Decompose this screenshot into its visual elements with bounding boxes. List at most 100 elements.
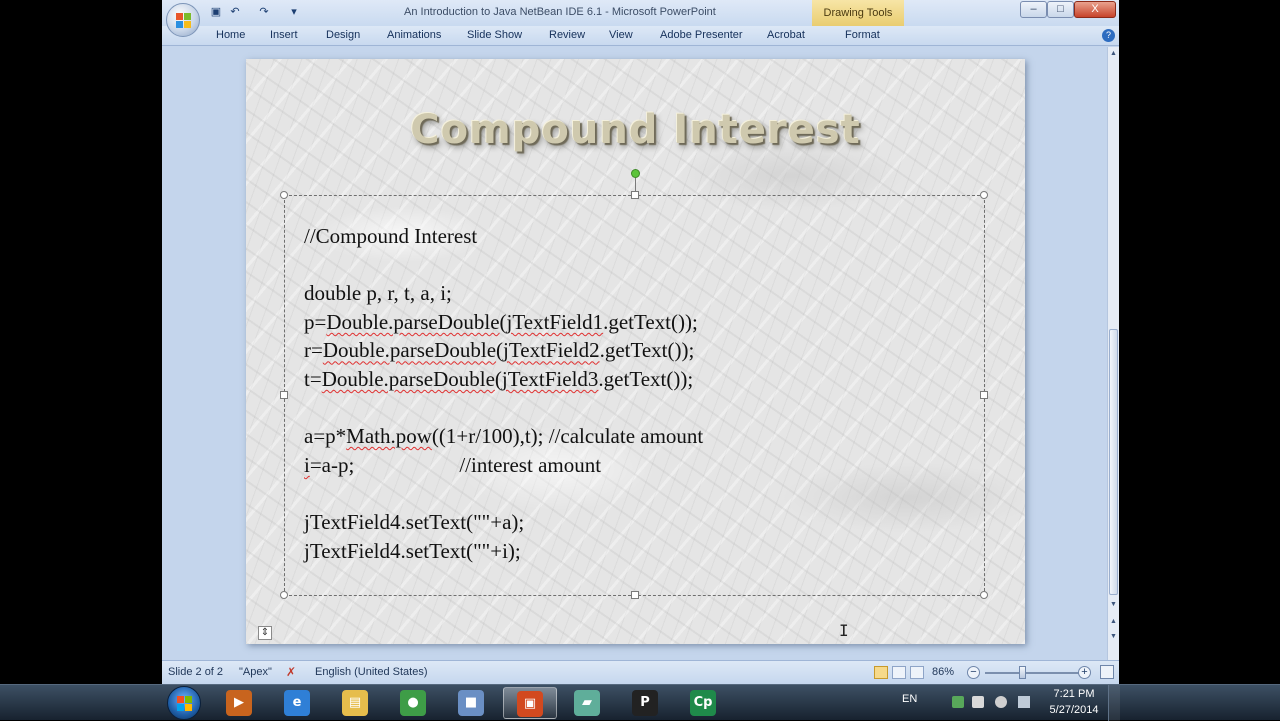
window-title: An Introduction to Java NetBean IDE 6.1 … [404,6,716,18]
slide-sorter-view-icon[interactable] [892,666,906,679]
resize-handle-right[interactable] [980,391,988,399]
media-app-icon: ▶ [226,690,252,716]
taskbar-app-chrome[interactable]: ● [387,687,441,719]
powerpoint-window: ▣ ↶ ↷ ▾ An Introduction to Java NetBean … [162,0,1119,684]
code-text[interactable]: //Compound Interest​double p, r, t, a, i… [304,222,703,565]
chrome-icon: ● [400,690,426,716]
taskbar-app-media-app[interactable]: ▶ [213,687,267,719]
network-app-icon[interactable] [952,696,964,708]
scroll-up-arrow-icon[interactable]: ▲ [1108,49,1119,59]
next-slide-icon[interactable]: ▼ [1108,632,1119,642]
fit-slide-icon[interactable] [1100,665,1114,679]
resize-handle-bottom-right[interactable] [980,591,988,599]
resize-handle-top[interactable] [631,191,639,199]
clock-date[interactable]: 5/27/2014 [1046,704,1102,716]
customize-icon[interactable]: ▾ [287,5,301,19]
zoom-in-button[interactable]: + [1078,666,1091,679]
zoom-slider-track[interactable] [985,672,1081,674]
code-line: jTextField4.setText(""+i); [304,538,521,563]
desktop-screen: ▣ ↶ ↷ ▾ An Introduction to Java NetBean … [0,0,1280,721]
tab-adobe-presenter[interactable]: Adobe Presenter [660,29,743,41]
code-line: ​ [304,251,703,280]
tab-format[interactable]: Format [845,29,880,41]
slide-title[interactable]: Compound Interest [246,107,1025,153]
internet-explorer-icon: e [284,690,310,716]
code-line: p=Double.parseDouble(jTextField1.getText… [304,309,698,334]
code-line: jTextField4.setText(""+a); [304,509,525,534]
code-line: r=Double.parseDouble(jTextField2.getText… [304,338,695,363]
resize-handle-top-left[interactable] [280,191,288,199]
code-line: //Compound Interest [304,224,478,248]
tab-view[interactable]: View [609,29,633,41]
taskbar-app-captivate[interactable]: Cp [677,687,731,719]
action-center-icon[interactable] [972,696,984,708]
taskbar-app-p-app[interactable]: P [619,687,673,719]
zoom-slider-thumb[interactable] [1019,666,1026,679]
tab-animations[interactable]: Animations [387,29,441,41]
code-line: i=a-p; //interest amount [304,452,602,477]
undo-icon[interactable]: ↶ [228,5,242,19]
virtualbox-icon: ■ [458,690,484,716]
rotate-handle[interactable] [631,169,640,178]
slide-workspace: Compound Interest //Compound Interest​do… [162,47,1107,660]
scroll-down-arrow-icon[interactable]: ▼ [1108,600,1119,610]
language-label[interactable]: English (United States) [315,666,428,678]
code-line: a=p*Math.pow((1+r/100),t); //calculate a… [304,424,704,449]
title-bar: ▣ ↶ ↷ ▾ An Introduction to Java NetBean … [162,0,1119,37]
powerpoint-icon: ▣ [517,691,543,717]
previous-slide-icon[interactable]: ▲ [1108,617,1119,627]
zoom-out-button[interactable]: − [967,666,980,679]
resize-handle-left[interactable] [280,391,288,399]
redo-icon[interactable]: ↷ [257,5,271,19]
slide-count: Slide 2 of 2 [168,666,224,678]
tab-acrobat[interactable]: Acrobat [767,29,805,41]
code-line: ​ [304,479,703,508]
network-icon[interactable] [1018,696,1030,708]
clock-time[interactable]: 7:21 PM [1052,688,1096,700]
p-app-icon: P [632,690,658,716]
save-icon[interactable]: ▣ [209,5,223,19]
maximize-button[interactable]: □ [1047,1,1074,18]
slide-show-view-icon[interactable] [910,666,924,679]
windows-logo-icon [177,696,192,711]
theme-name: "Apex" [239,666,272,678]
zoom-level[interactable]: 86% [932,666,954,678]
taskbar-app-file-explorer[interactable]: ▤ [329,687,383,719]
vertical-scrollbar[interactable]: ▲ ▼ ▲ ▼ [1107,47,1119,660]
drawing-tools-label: Drawing Tools [812,0,904,26]
tab-home[interactable]: Home [216,29,245,41]
office-logo-icon [176,13,191,28]
autofit-options-icon[interactable]: ⇕ [258,626,272,640]
taskbar-app-internet-explorer[interactable]: e [271,687,325,719]
notepad-app-icon: ▰ [574,690,600,716]
resize-handle-bottom[interactable] [631,591,639,599]
taskbar-app-virtualbox[interactable]: ■ [445,687,499,719]
tab-insert[interactable]: Insert [270,29,298,41]
code-line: ​ [304,394,703,423]
show-desktop-button[interactable] [1108,685,1120,721]
taskbar-app-powerpoint[interactable]: ▣ [503,687,557,719]
close-button[interactable]: X [1074,1,1116,18]
office-button[interactable] [166,3,200,37]
tab-review[interactable]: Review [549,29,585,41]
resize-handle-bottom-left[interactable] [280,591,288,599]
slide[interactable]: Compound Interest //Compound Interest​do… [246,59,1025,644]
text-cursor-icon: I [839,621,849,640]
scrollbar-thumb[interactable] [1109,329,1118,595]
tab-slide-show[interactable]: Slide Show [467,29,522,41]
proofing-icon[interactable]: ✗ [286,666,300,679]
start-button[interactable] [167,686,201,720]
resize-handle-top-right[interactable] [980,191,988,199]
code-textbox[interactable]: //Compound Interest​double p, r, t, a, i… [280,169,988,640]
captivate-icon: Cp [690,690,716,716]
minimize-button[interactable]: – [1020,1,1047,18]
taskbar: ▶ e ▤ ● ■ ▣ ▰ P Cp EN 7:21 PM 5/27/2014 [0,684,1280,721]
volume-icon[interactable] [995,696,1007,708]
input-language[interactable]: EN [902,693,917,705]
help-icon[interactable]: ? [1102,29,1115,42]
taskbar-app-notepad-app[interactable]: ▰ [561,687,615,719]
status-bar: Slide 2 of 2 "Apex" ✗ English (United St… [162,660,1119,684]
ribbon-tab-bar: Home Insert Design Animations Slide Show… [162,26,1119,46]
normal-view-icon[interactable] [874,666,888,679]
tab-design[interactable]: Design [326,29,360,41]
